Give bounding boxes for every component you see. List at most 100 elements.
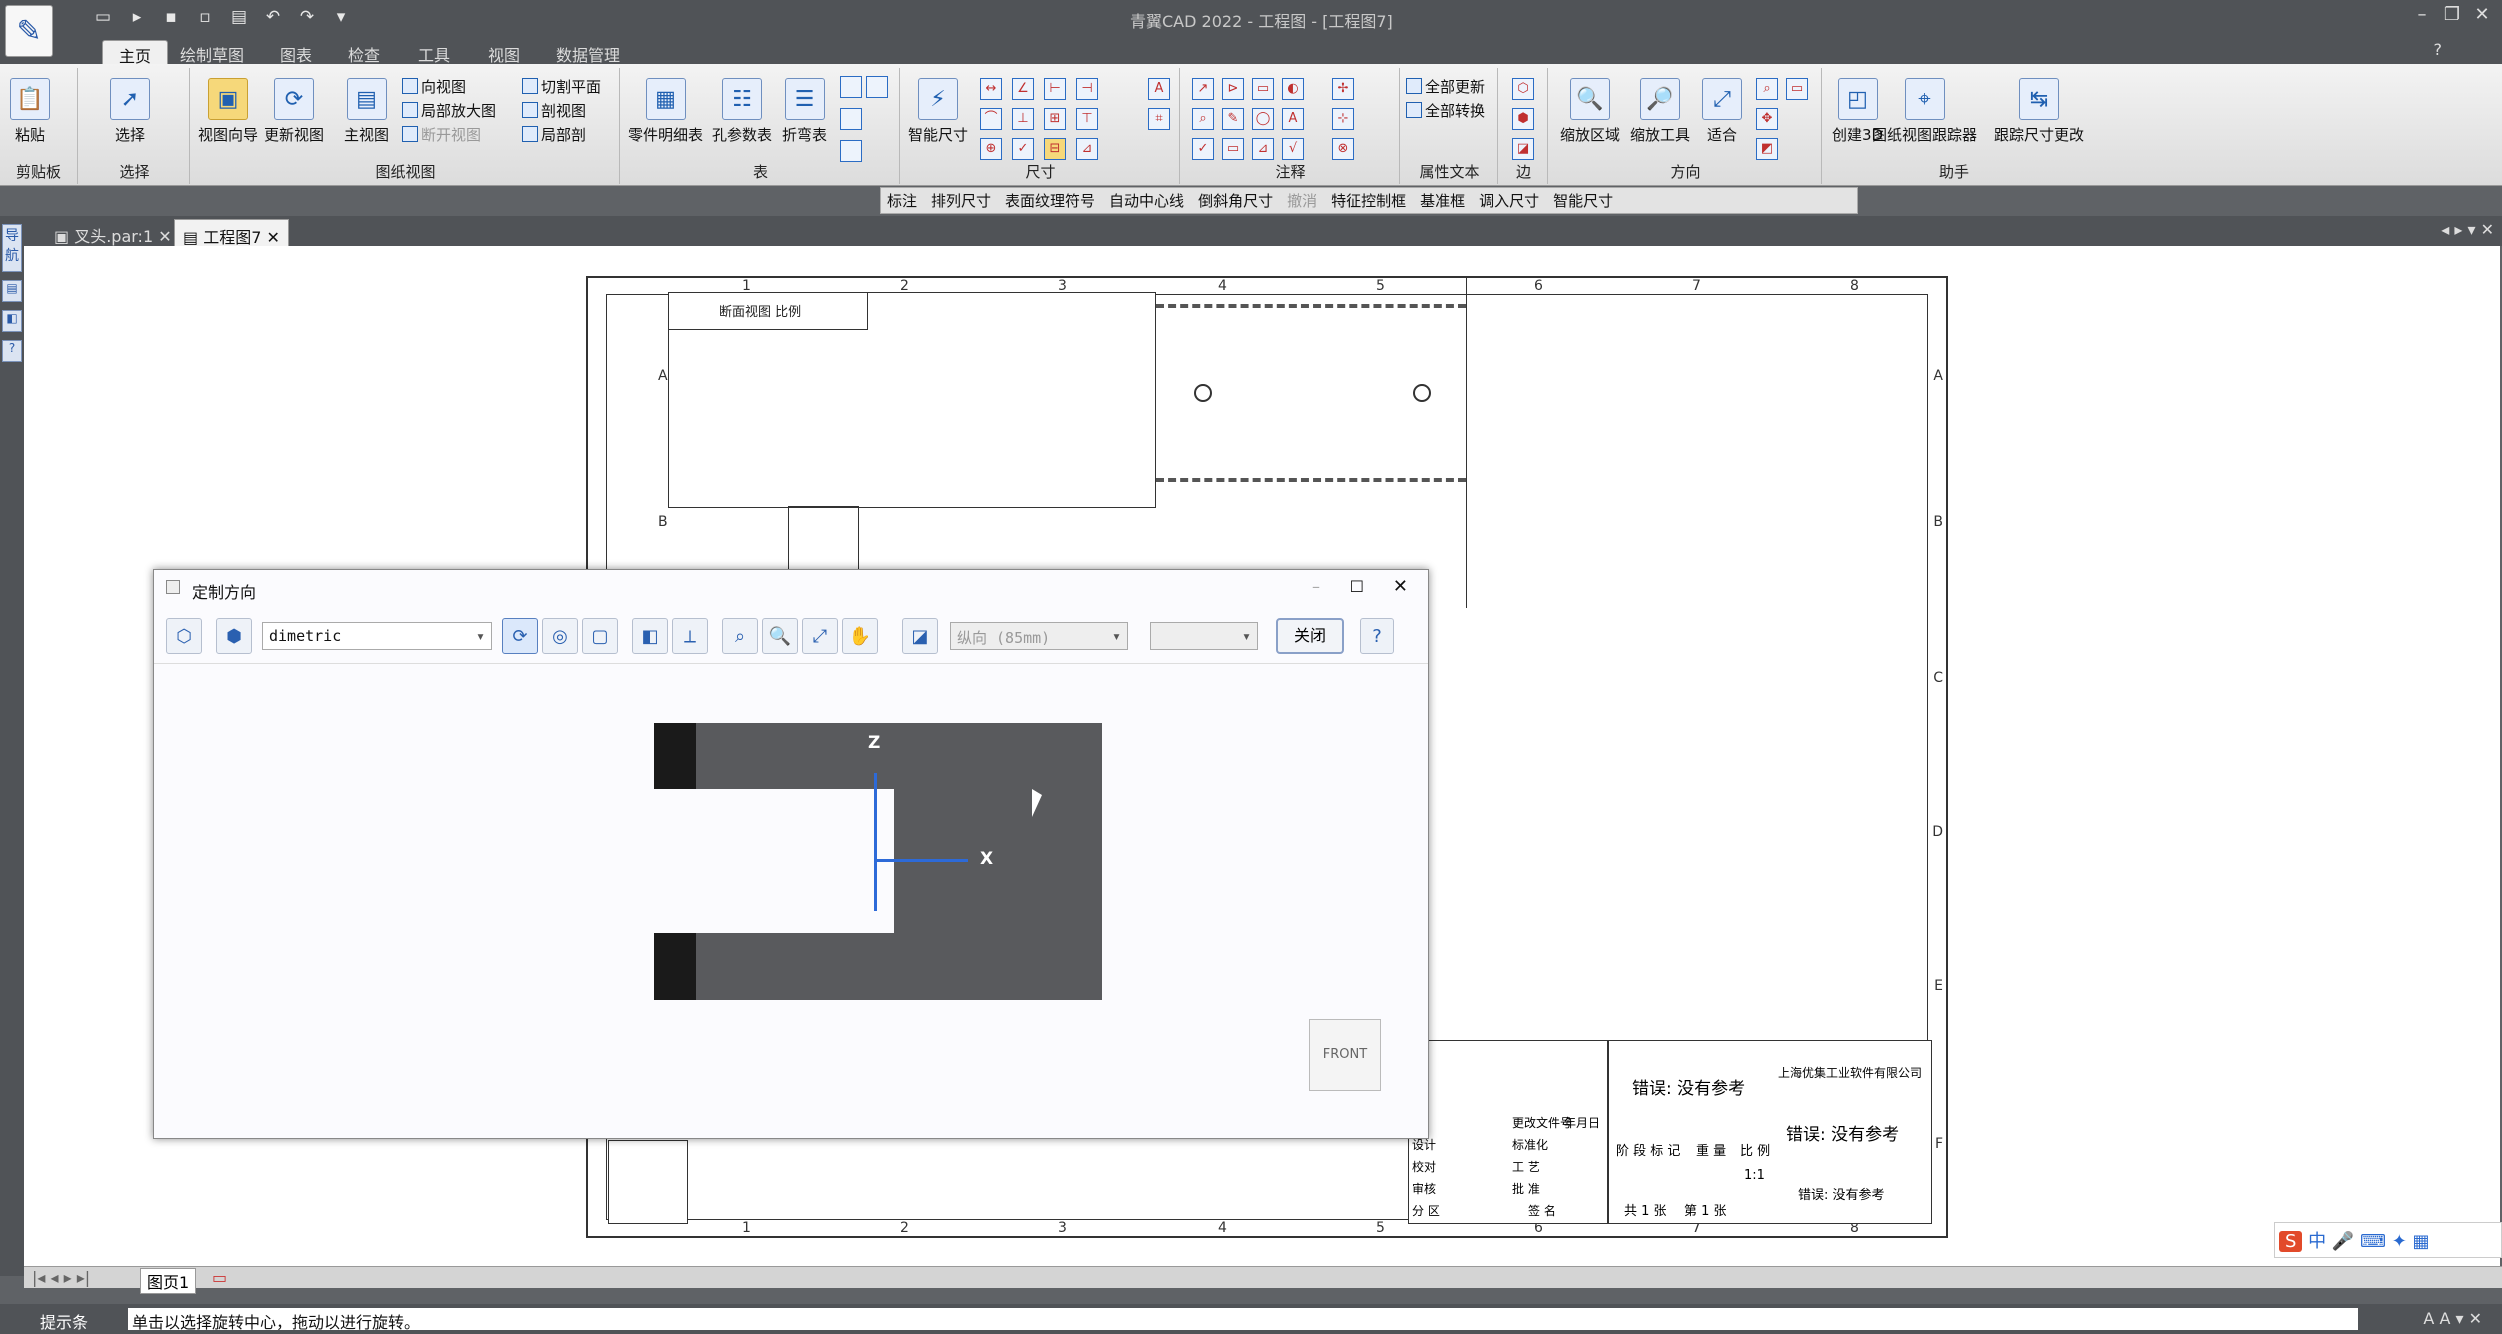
update-view-button[interactable]: ⟳ 更新视图 [264, 78, 324, 145]
sheet-tab-1[interactable]: 图页1 [140, 1268, 197, 1294]
centerline-icon[interactable]: ⊹ [1332, 108, 1354, 130]
look-at-face-icon[interactable]: ◧ [632, 618, 668, 654]
zoom-area-icon[interactable]: ⌕ [722, 618, 758, 654]
rotate-icon[interactable]: ⟳ [502, 618, 538, 654]
dim-icon-14[interactable]: ⌗ [1148, 108, 1170, 130]
callout-icon[interactable]: ⊳ [1222, 78, 1244, 100]
zoom-area-button[interactable]: 🔍 缩放区域 [1560, 78, 1620, 145]
dim-icon-9[interactable]: ⊕ [980, 138, 1002, 160]
close-icon[interactable]: ✕ [2470, 4, 2494, 25]
restore-icon[interactable]: ❐ [2440, 4, 2464, 25]
tab-home[interactable]: 主页 [102, 40, 169, 66]
new-icon[interactable]: ▭ [90, 4, 116, 30]
dim-icon-13[interactable]: A [1148, 78, 1170, 100]
pan-icon[interactable]: ✥ [1756, 108, 1778, 130]
dim-icon-4[interactable]: ⊣ [1076, 78, 1098, 100]
dim-icon-5[interactable]: ⌒ [980, 108, 1002, 130]
centermark-icon[interactable]: ✢ [1332, 78, 1354, 100]
edge-condition-icon[interactable]: ✎ [1222, 108, 1244, 130]
view-orientation-select[interactable]: dimetric ▾ [262, 622, 492, 650]
text-icon[interactable]: A [1282, 108, 1304, 130]
cmd-auto-centerline[interactable]: 自动中心线 [1109, 190, 1184, 211]
fit-icon[interactable]: ⤢ [802, 618, 838, 654]
cmd-annotate[interactable]: 标注 [887, 190, 917, 211]
close-tab-icon[interactable]: ✕ [261, 228, 279, 247]
navigator-tab[interactable]: 导航 [2, 224, 22, 272]
dialog-close-icon[interactable]: ✕ [1393, 576, 1408, 597]
bend-table-button[interactable]: ☰ 折弯表 [782, 78, 827, 145]
cmd-feature-control-frame[interactable]: 特征控制框 [1331, 190, 1406, 211]
table-small-icon-2[interactable] [866, 76, 888, 98]
fit-button[interactable]: ⤢ 适合 [1702, 78, 1742, 145]
balloon-icon[interactable]: ◐ [1282, 78, 1304, 100]
paste-button[interactable]: 📋 粘贴 [10, 78, 50, 145]
edge-icon-1[interactable]: ⬡ [1512, 78, 1534, 100]
view-tracker-button[interactable]: ⌖ 图纸视图跟踪器 [1872, 78, 1977, 145]
hole-table-button[interactable]: ☷ 孔参数表 [712, 78, 772, 145]
tab-chart[interactable]: 图表 [280, 40, 312, 65]
tab-view[interactable]: 视图 [488, 40, 520, 65]
help-panel-icon[interactable]: ? [2, 340, 22, 362]
cmd-arrange-dimensions[interactable]: 排列尺寸 [931, 190, 991, 211]
cmd-datum-frame[interactable]: 基准框 [1420, 190, 1465, 211]
customize-icon[interactable]: ▾ [328, 4, 354, 30]
tab-data-management[interactable]: 数据管理 [556, 40, 620, 65]
close-tab-icon[interactable]: ✕ [153, 227, 171, 246]
dim-icon-2[interactable]: ∠ [1012, 78, 1034, 100]
zoom-tool-button[interactable]: 🔎 缩放工具 [1630, 78, 1690, 145]
sheet-nav-icons[interactable]: |◂ ◂ ▸ ▸| [32, 1268, 90, 1287]
maximize-icon[interactable]: ☐ [1350, 577, 1364, 596]
ime-toolbar[interactable]: S 中 🎤 ⌨ ✦ ▦ [2274, 1222, 2502, 1258]
help-icon[interactable]: ? [2434, 40, 2443, 59]
main-view-button[interactable]: ▤ 主视图 [344, 78, 389, 145]
dim-icon-3[interactable]: ⊢ [1044, 78, 1066, 100]
library-icon[interactable]: ◧ [2, 310, 22, 332]
minimize-icon[interactable]: – [1312, 577, 1320, 596]
frame-icon[interactable]: ▭ [1222, 138, 1244, 160]
layers-icon[interactable]: ▤ [2, 280, 22, 302]
undo-icon[interactable]: ↶ [260, 4, 286, 30]
circle-annot-icon[interactable]: ◯ [1252, 108, 1274, 130]
edge-icon-3[interactable]: ◪ [1512, 138, 1534, 160]
update-all-button[interactable]: 全部更新 [1406, 76, 1485, 97]
tab-tools[interactable]: 工具 [418, 40, 450, 65]
window-small-icon[interactable]: ▭ [1786, 78, 1808, 100]
status-icons[interactable]: A A ▾ ✕ [2423, 1309, 2482, 1328]
dim-icon-8[interactable]: ⊤ [1076, 108, 1098, 130]
tab-sketch[interactable]: 绘制草图 [180, 40, 244, 65]
partial-section-button[interactable]: 局部剖 [522, 124, 586, 145]
redo-icon[interactable]: ↷ [294, 4, 320, 30]
cmd-retrieve-dimensions[interactable]: 调入尺寸 [1479, 190, 1539, 211]
check-icon[interactable]: ✓ [1192, 138, 1214, 160]
bolt-circle-icon[interactable]: ⊗ [1332, 138, 1354, 160]
section-view-button[interactable]: 剖视图 [522, 100, 586, 121]
tab-nav-icons[interactable]: ◂ ▸ ▾ ✕ [2441, 220, 2494, 239]
spin-icon[interactable]: ◎ [542, 618, 578, 654]
cube-save-icon[interactable]: ⬢ [216, 618, 252, 654]
cut-plane-button[interactable]: 切割平面 [522, 76, 601, 97]
box-rotate-icon[interactable]: ▢ [582, 618, 618, 654]
rotate-axis-icon[interactable]: ⟂ [672, 618, 708, 654]
leader-icon[interactable]: ↗ [1192, 78, 1214, 100]
view-style-icon[interactable]: ◪ [902, 618, 938, 654]
new-sheet-icon[interactable]: ▭ [212, 1268, 227, 1287]
convert-all-button[interactable]: 全部转换 [1406, 100, 1485, 121]
front-view-cube[interactable]: FRONT [1309, 1019, 1381, 1091]
view-wizard-button[interactable]: ▣ 视图向导 [198, 78, 258, 145]
select-button[interactable]: ➚ 选择 [110, 78, 150, 145]
zoom-small-icon[interactable]: ⌕ [1756, 78, 1778, 100]
open-icon[interactable]: ▸ [124, 4, 150, 30]
print-icon[interactable]: ▤ [226, 4, 252, 30]
note-icon[interactable]: ▭ [1252, 78, 1274, 100]
cmd-smart-dimension[interactable]: 智能尺寸 [1553, 190, 1613, 211]
dim-icon-10[interactable]: ✓ [1012, 138, 1034, 160]
minimize-icon[interactable]: – [2410, 4, 2434, 25]
app-menu-button[interactable]: ✎ [5, 5, 53, 57]
close-button[interactable]: 关闭 [1276, 618, 1344, 654]
cmd-chamfer-dimension[interactable]: 倒斜角尺寸 [1198, 190, 1273, 211]
datum-icon[interactable]: ⊿ [1252, 138, 1274, 160]
track-dimension-button[interactable]: ↹ 跟踪尺寸更改 [1994, 78, 2084, 145]
edge-icon-2[interactable]: ⬢ [1512, 108, 1534, 130]
doc-tab-drawing[interactable]: ▤ 工程图7 ✕ [174, 219, 289, 247]
save-as-icon[interactable]: ▫ [192, 4, 218, 30]
